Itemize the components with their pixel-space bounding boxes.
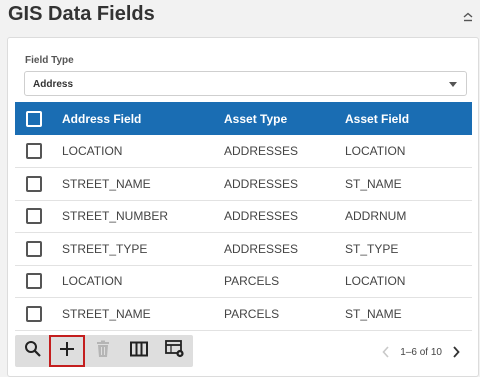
row-checkbox[interactable]: [26, 175, 42, 192]
asset-type-cell: ADDRESSES: [224, 176, 299, 191]
asset-type-cell: PARCELS: [224, 306, 280, 321]
address-field-cell: STREET_NAME: [62, 306, 151, 321]
page-title: GIS Data Fields: [8, 3, 155, 25]
add-button[interactable]: [49, 335, 85, 367]
add-icon: [58, 340, 76, 363]
asset-field-cell: ADDRNUM: [345, 209, 407, 224]
row-checkbox[interactable]: [26, 240, 42, 257]
search-icon: [24, 340, 42, 363]
asset-field-cell: LOCATION: [345, 144, 406, 158]
pagination: 1–6 of 10: [382, 344, 460, 360]
delete-icon: [95, 340, 111, 363]
table-row[interactable]: LOCATION PARCELS LOCATION: [15, 265, 472, 298]
asset-type-cell: ADDRESSES: [224, 144, 299, 158]
asset-type-cell: ADDRESSES: [224, 241, 299, 256]
asset-type-cell: PARCELS: [224, 274, 280, 289]
asset-field-cell: ST_NAME: [345, 306, 402, 321]
chevron-up-icon[interactable]: [462, 10, 474, 22]
address-field-cell: STREET_NAME: [62, 176, 151, 191]
row-checkbox[interactable]: [26, 273, 42, 290]
asset-type-cell: ADDRESSES: [224, 209, 299, 224]
row-checkbox[interactable]: [26, 208, 42, 225]
delete-button[interactable]: [85, 335, 121, 367]
field-type-value: Address: [33, 79, 74, 90]
address-field-cell: STREET_NUMBER: [62, 209, 169, 224]
select-all-checkbox[interactable]: [26, 110, 42, 127]
address-field-cell: LOCATION: [62, 144, 123, 158]
chevron-left-icon[interactable]: [382, 346, 390, 358]
table-header-row: Address Field Asset Type Asset Field: [15, 102, 472, 135]
address-field-cell: STREET_TYPE: [62, 241, 148, 256]
asset-field-cell: ST_NAME: [345, 176, 402, 191]
row-checkbox[interactable]: [26, 305, 42, 322]
fields-table: Address Field Asset Type Asset Field LOC…: [15, 102, 472, 331]
table-toolbar: [15, 335, 193, 367]
address-field-cell: LOCATION: [62, 274, 123, 289]
column-header-address-field[interactable]: Address Field: [62, 102, 224, 135]
grid-settings-icon: [165, 339, 185, 363]
gis-fields-panel: Field Type Address Address Field Asset T…: [7, 37, 479, 377]
chevron-right-icon[interactable]: [452, 346, 460, 358]
field-type-label: Field Type: [25, 55, 74, 66]
table-row[interactable]: STREET_NUMBER ADDRESSES ADDRNUM: [15, 200, 472, 233]
table-row[interactable]: STREET_NAME ADDRESSES ST_NAME: [15, 168, 472, 200]
column-header-asset-type[interactable]: Asset Type: [224, 102, 345, 135]
columns-icon: [130, 341, 148, 362]
asset-field-cell: LOCATION: [345, 274, 406, 289]
page-range: 1–6 of 10: [400, 346, 442, 358]
grid-settings-button[interactable]: [157, 335, 193, 367]
table-row[interactable]: STREET_TYPE ADDRESSES ST_TYPE: [15, 233, 472, 265]
table-row[interactable]: LOCATION ADDRESSES LOCATION: [15, 135, 472, 168]
caret-down-icon: [449, 82, 457, 87]
asset-field-cell: ST_TYPE: [345, 241, 399, 256]
field-type-select[interactable]: Address: [24, 71, 467, 96]
columns-button[interactable]: [121, 335, 157, 367]
table-row[interactable]: STREET_NAME PARCELS ST_NAME: [15, 298, 472, 330]
search-button[interactable]: [15, 335, 51, 367]
row-checkbox[interactable]: [26, 143, 42, 159]
column-header-asset-field[interactable]: Asset Field: [345, 102, 472, 135]
panel-header: GIS Data Fields: [0, 0, 480, 34]
